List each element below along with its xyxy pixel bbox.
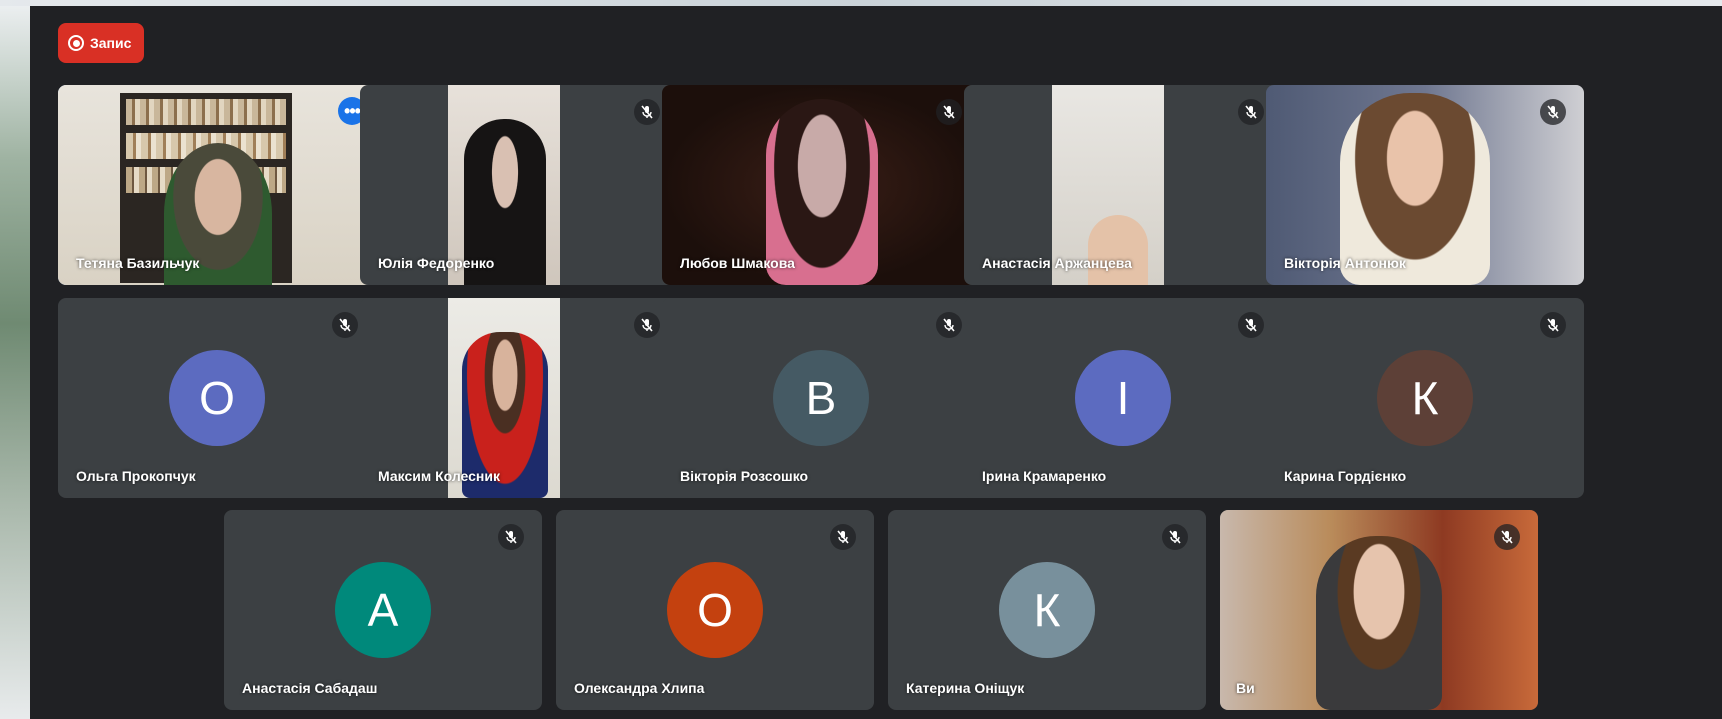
mic-off-icon <box>936 99 962 125</box>
mic-off-icon <box>1540 312 1566 338</box>
participant-name: Анастасія Аржанцева <box>982 255 1132 271</box>
person-silhouette <box>1088 215 1148 285</box>
participant-name: Карина Гордієнко <box>1284 468 1407 484</box>
mic-off-icon <box>634 312 660 338</box>
avatar: А <box>335 562 431 658</box>
avatar: К <box>999 562 1095 658</box>
participant-tile[interactable]: Анастасія Аржанцева <box>964 85 1282 285</box>
participant-tile[interactable]: І Ірина Крамаренко <box>964 298 1282 498</box>
avatar: О <box>667 562 763 658</box>
meeting-window: Запис ••• Тетяна Базильчук Юлія Федоренк… <box>30 6 1722 719</box>
participant-tile[interactable]: Юлія Федоренко <box>360 85 678 285</box>
participant-tile[interactable]: О Олександра Хлипа <box>556 510 874 710</box>
avatar: В <box>773 350 869 446</box>
participant-name: Вікторія Антонюк <box>1284 255 1406 271</box>
mic-off-icon <box>498 524 524 550</box>
participant-name: Вікторія Розсошко <box>680 468 809 484</box>
video-feed <box>1220 510 1538 710</box>
mic-off-icon <box>1494 524 1520 550</box>
participant-tile[interactable]: О Ольга Прокопчук <box>58 298 376 498</box>
avatar: О <box>169 350 265 446</box>
mic-off-icon <box>936 312 962 338</box>
mic-off-icon <box>332 312 358 338</box>
participant-name: Олександра Хлипа <box>574 680 705 696</box>
mic-off-icon <box>1162 524 1188 550</box>
participant-tile[interactable]: Вікторія Антонюк <box>1266 85 1584 285</box>
recording-label: Запис <box>90 35 132 51</box>
participant-name: Юлія Федоренко <box>378 255 495 271</box>
participant-name: Ольга Прокопчук <box>76 468 196 484</box>
mic-off-icon <box>634 99 660 125</box>
mic-off-icon <box>1238 99 1264 125</box>
participant-tile[interactable]: В Вікторія Розсошко <box>662 298 980 498</box>
mic-off-icon <box>1540 99 1566 125</box>
participant-tile[interactable]: Максим Колесник <box>360 298 678 498</box>
participant-name: Анастасія Сабадаш <box>242 680 378 696</box>
participant-name: Тетяна Базильчук <box>76 255 200 271</box>
participant-name: Ви <box>1236 680 1255 696</box>
mic-off-icon <box>1238 312 1264 338</box>
participant-tile[interactable]: Ви <box>1220 510 1538 710</box>
participant-name: Ірина Крамаренко <box>982 468 1107 484</box>
participant-name: Любов Шмакова <box>680 255 795 271</box>
participant-tile[interactable]: Любов Шмакова <box>662 85 980 285</box>
participant-tile[interactable]: К Карина Гордієнко <box>1266 298 1584 498</box>
participant-tile[interactable]: К Катерина Оніщук <box>888 510 1206 710</box>
participant-name: Катерина Оніщук <box>906 680 1025 696</box>
participant-tile[interactable]: ••• Тетяна Базильчук <box>58 85 376 285</box>
avatar: К <box>1377 350 1473 446</box>
recording-badge[interactable]: Запис <box>58 23 144 63</box>
mic-off-icon <box>830 524 856 550</box>
person-silhouette <box>1316 536 1442 710</box>
record-icon <box>68 35 84 51</box>
desktop-backdrop <box>0 0 32 719</box>
avatar: І <box>1075 350 1171 446</box>
participant-name: Максим Колесник <box>378 468 500 484</box>
participant-tile[interactable]: А Анастасія Сабадаш <box>224 510 542 710</box>
